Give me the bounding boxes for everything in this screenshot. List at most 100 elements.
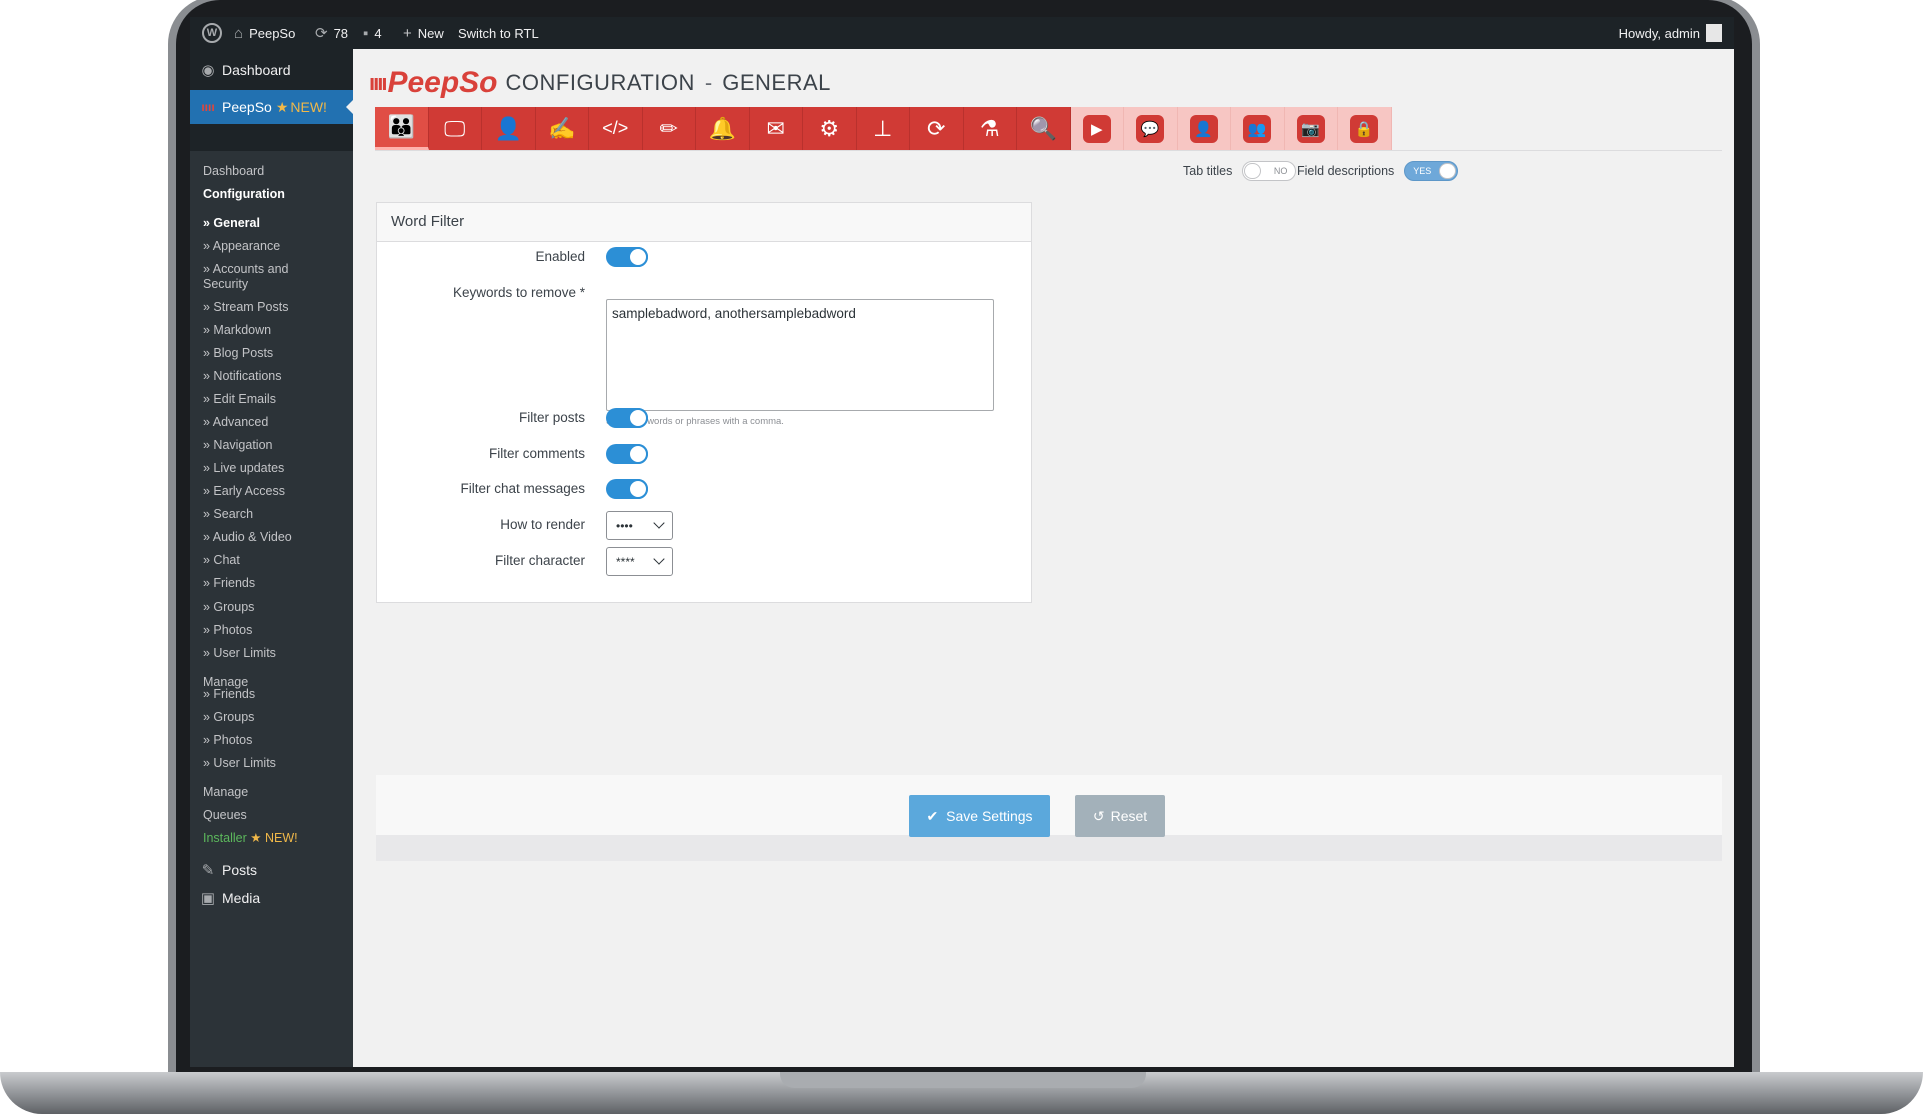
submenu-general[interactable]: » General <box>203 216 260 231</box>
submenu-navigation[interactable]: » Navigation <box>203 438 273 453</box>
sidebar-item-media[interactable]: ▣ Media <box>190 881 353 915</box>
user-limits-lock-icon: 🔒 <box>1350 114 1379 143</box>
submenu-manage-friends[interactable]: » Friends <box>203 687 255 702</box>
filter-chat-toggle[interactable] <box>606 479 648 499</box>
tab-titles-label: Tab titles <box>1183 164 1233 178</box>
title-separator: - <box>704 70 713 95</box>
sidebar-item-peepso[interactable]: ıııı PeepSo ★ NEW! <box>190 90 354 124</box>
submenu-user-limits[interactable]: » User Limits <box>203 646 276 661</box>
tab-chat[interactable]: 💬 <box>1124 107 1178 150</box>
toggle-knob <box>1244 163 1262 179</box>
submenu-audio-video[interactable]: » Audio & Video <box>203 530 292 545</box>
peepso-logo-icon: ıııı <box>369 70 388 95</box>
community-icon: 👪 <box>387 114 415 139</box>
keywords-textarea[interactable]: samplebadword, anothersamplebadword <box>606 299 994 411</box>
tab-edit-emails[interactable]: ✉ <box>749 107 803 150</box>
admin-sidebar: ◉ Dashboard ıııı PeepSo ★ NEW! Dashboard… <box>190 49 354 1067</box>
tab-appearance[interactable]: 🖵 <box>428 107 482 150</box>
toggle-knob <box>628 408 648 428</box>
field-descriptions-option: Field descriptions YES <box>1297 161 1459 181</box>
reset-button[interactable]: ↺ Reset <box>1075 795 1165 837</box>
dashboard-icon: ◉ <box>201 62 215 79</box>
tab-user-limits[interactable]: 🔒 <box>1338 107 1392 150</box>
submenu-stream-posts[interactable]: » Stream Posts <box>203 300 288 315</box>
submenu-friends[interactable]: » Friends <box>203 576 255 591</box>
avatar <box>1706 24 1722 42</box>
new-content-link[interactable]: + New <box>403 17 444 49</box>
tab-live-updates[interactable]: ⟳ <box>910 107 964 150</box>
filter-posts-toggle[interactable] <box>606 408 648 428</box>
submenu-advanced[interactable]: » Advanced <box>203 415 268 430</box>
filter-comments-toggle[interactable] <box>606 444 648 464</box>
account-security-icon: 👤 <box>494 115 522 141</box>
tab-friends[interactable]: 👤 <box>1177 107 1231 150</box>
enabled-label: Enabled <box>535 249 585 264</box>
enabled-toggle[interactable] <box>606 247 648 267</box>
submenu-manage-groups[interactable]: » Groups <box>203 710 254 725</box>
sidebar-item-dashboard[interactable]: ◉ Dashboard <box>190 53 353 87</box>
submenu-dashboard[interactable]: Dashboard <box>203 164 264 179</box>
tab-titles-toggle[interactable]: NO <box>1242 161 1297 181</box>
wordpress-logo-button[interactable]: W <box>202 17 222 49</box>
tab-navigation[interactable]: ⊥ <box>856 107 910 150</box>
save-settings-button[interactable]: ✔ Save Settings <box>909 795 1050 837</box>
early-access-flask-icon: ⚗ <box>979 115 1000 141</box>
submenu-edit-emails[interactable]: » Edit Emails <box>203 392 276 407</box>
tab-groups[interactable]: 👥 <box>1231 107 1285 150</box>
panel-title: Word Filter <box>377 203 1031 242</box>
submenu-blog-posts[interactable]: » Blog Posts <box>203 346 273 361</box>
submenu-search[interactable]: » Search <box>203 507 253 522</box>
filter-character-select[interactable]: **** <box>606 547 673 576</box>
new-badge: NEW! <box>290 99 327 115</box>
submenu-accounts-security-1[interactable]: » Accounts and <box>203 262 288 277</box>
submenu-photos[interactable]: » Photos <box>203 623 252 638</box>
submenu-live-updates[interactable]: » Live updates <box>203 461 284 476</box>
tab-search[interactable]: 🔍 <box>1017 107 1071 150</box>
submenu-manage-queues-1[interactable]: Manage <box>203 785 248 800</box>
tab-audio-video[interactable]: ▶ <box>1070 107 1124 150</box>
tab-blog-posts[interactable]: ✏ <box>642 107 696 150</box>
comments-link[interactable]: ▪ 4 <box>363 17 382 49</box>
submenu-manage-user-limits[interactable]: » User Limits <box>203 756 276 771</box>
submenu-chat[interactable]: » Chat <box>203 553 240 568</box>
tab-stream-posts[interactable]: ✍ <box>535 107 589 150</box>
tab-accounts-security[interactable]: 👤 <box>482 107 536 150</box>
navigation-sitemap-icon: ⊥ <box>873 115 893 141</box>
tab-photos[interactable]: 📷 <box>1284 107 1338 150</box>
switch-rtl-link[interactable]: Switch to RTL <box>458 17 539 49</box>
render-value: •••• <box>616 518 633 533</box>
submenu-appearance[interactable]: » Appearance <box>203 239 280 254</box>
filter-chat-label: Filter chat messages <box>460 481 585 496</box>
submenu-installer[interactable]: Installer ★ NEW! <box>203 831 298 846</box>
page-title: ıııı PeepSo CONFIGURATION - GENERAL <box>369 66 831 99</box>
my-account-link[interactable]: Howdy, admin <box>1619 17 1722 49</box>
updates-link[interactable]: ⟳ 78 <box>315 17 348 49</box>
submenu-manage-photos[interactable]: » Photos <box>203 733 252 748</box>
submenu-manage-queues-2[interactable]: Queues <box>203 808 247 823</box>
laptop-notch <box>780 1072 1146 1088</box>
installer-label: Installer <box>203 831 247 845</box>
submenu-notifications[interactable]: » Notifications <box>203 369 282 384</box>
pin-icon: ✎ <box>201 862 215 879</box>
sidebar-label-media: Media <box>222 890 261 906</box>
field-descriptions-toggle[interactable]: YES <box>1404 161 1459 181</box>
blog-pencil-icon: ✏ <box>659 115 678 141</box>
save-label: Save Settings <box>946 808 1033 824</box>
peepso-icon: ıııı <box>201 100 215 114</box>
submenu-configuration[interactable]: Configuration <box>203 187 285 202</box>
render-select[interactable]: •••• <box>606 511 673 540</box>
site-name-link[interactable]: ⌂ PeepSo <box>234 17 295 49</box>
tab-general[interactable]: 👪 <box>375 107 429 150</box>
tab-notifications[interactable]: 🔔 <box>696 107 750 150</box>
submenu-early-access[interactable]: » Early Access <box>203 484 285 499</box>
tab-advanced[interactable]: ⚙ <box>803 107 857 150</box>
tab-early-access[interactable]: ⚗ <box>963 107 1017 150</box>
submenu-groups[interactable]: » Groups <box>203 600 254 615</box>
chevron-down-icon <box>653 517 665 529</box>
reset-label: Reset <box>1110 808 1148 824</box>
submenu-accounts-security-2[interactable]: Security <box>203 277 248 292</box>
tab-markdown[interactable]: </> <box>589 107 643 150</box>
submenu-markdown[interactable]: » Markdown <box>203 323 271 338</box>
config-tabs: 👪 🖵 👤 ✍ </> ✏ 🔔 ✉ ⚙ ⊥ ⟳ ⚗ 🔍 ▶ 💬 👤 👥 📷 🔒 <box>375 107 1392 150</box>
tab-titles-value: NO <box>1273 166 1288 176</box>
